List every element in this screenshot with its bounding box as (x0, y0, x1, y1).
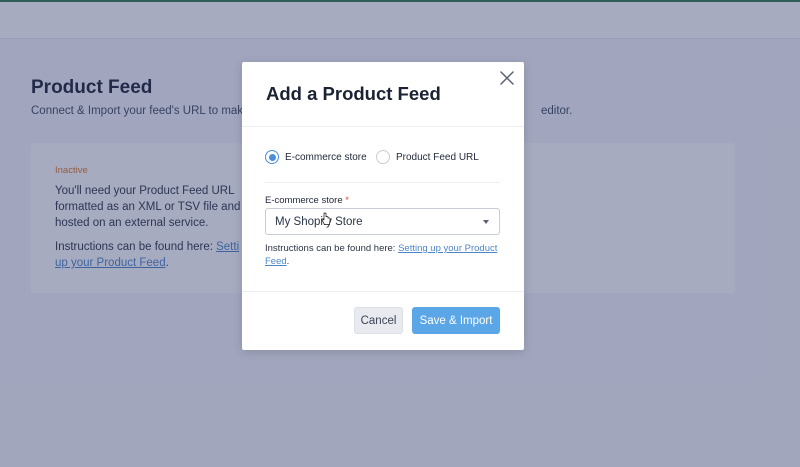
chevron-down-icon (483, 220, 489, 224)
store-field-label: E-commerce store * (265, 195, 349, 206)
radio-label[interactable]: E-commerce store (285, 152, 367, 163)
save-import-button[interactable]: Save & Import (412, 307, 500, 334)
store-field-label-text: E-commerce store (265, 195, 343, 206)
close-icon (500, 71, 514, 85)
modal-title: Add a Product Feed (266, 83, 441, 104)
radio-label[interactable]: Product Feed URL (396, 152, 479, 163)
hand-cursor-icon (321, 212, 331, 225)
instructions: Instructions can be found here: Setting … (265, 242, 501, 268)
store-select[interactable]: My Shopify Store (265, 208, 500, 235)
store-select-value: My Shopify Store (275, 216, 363, 228)
radio-button-unchecked[interactable] (376, 150, 390, 164)
footer-divider (242, 291, 524, 292)
cancel-button[interactable]: Cancel (354, 307, 403, 334)
close-button[interactable] (498, 69, 516, 87)
radio-divider (265, 182, 500, 183)
radio-ecommerce-store[interactable]: E-commerce store (265, 150, 367, 164)
radio-button-checked[interactable] (265, 150, 279, 164)
instructions-prefix: Instructions can be found here: (265, 243, 399, 254)
instructions-suffix: . (286, 256, 290, 267)
source-type-radio-group: E-commerce store Product Feed URL (265, 149, 501, 171)
radio-product-feed-url[interactable]: Product Feed URL (376, 150, 479, 164)
header-divider (242, 126, 524, 127)
add-product-feed-dialog: Add a Product Feed E-commerce store Prod… (242, 62, 524, 350)
required-mark: * (345, 195, 349, 206)
